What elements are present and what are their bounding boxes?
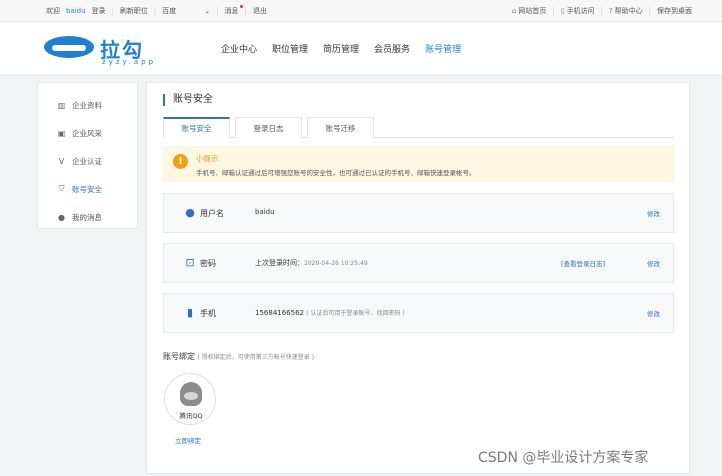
divider: |: [244, 7, 247, 15]
top-bar-right: ⌂ 网站首页 | ▯ 手机访问 | ? 帮助中心 | 保存到桌面: [512, 0, 692, 22]
tab-account-security[interactable]: 账号安全: [163, 117, 230, 138]
building-icon: ▥: [57, 100, 66, 110]
account-binding-label: 账号绑定: [163, 352, 195, 361]
last-login-label: 上次登录时间：: [255, 259, 304, 267]
refresh-jobs-link[interactable]: 刷新职位: [120, 6, 148, 16]
image-icon: ▣: [57, 128, 66, 138]
account-binding-hint: ( 授权绑定后，可使用第三方帐号快速登录 ): [197, 354, 315, 361]
username-row: ● 用户名 baidu 修改: [163, 193, 674, 233]
divider: |: [648, 7, 651, 15]
site-select[interactable]: 百度 ⌄: [162, 6, 210, 16]
view-login-log-link[interactable]: [查看登录日志]: [561, 258, 605, 268]
page-title: 账号安全: [163, 94, 213, 106]
sidebar-item-label: 企业风采: [72, 128, 102, 138]
sidebar-item-label: 账号安全: [72, 184, 102, 194]
divider: |: [600, 7, 603, 15]
shield-icon: ⛉: [58, 184, 65, 193]
home-icon: ⌂: [511, 7, 517, 15]
sidebar-item-account-security[interactable]: ⛉ 账号安全: [38, 175, 137, 203]
tab-account-migration[interactable]: 账号迁移: [307, 117, 374, 138]
phone-row: ▮ 手机 15684166562 ( 认证后可用于登录账号、找回密码 ) 修改: [163, 293, 674, 333]
help-link[interactable]: ? 帮助中心: [609, 6, 643, 16]
username-value: baidu: [255, 208, 275, 216]
sidebar-item-label: 企业资料: [72, 100, 102, 110]
last-login-info: 上次登录时间：2020-04-26 10:25:49: [255, 258, 368, 268]
top-bar: 欢迎 baidu 登录 | 刷新职位 | 百度 ⌄ | 消息 | 退出 ⌂ 网站首…: [0, 0, 722, 22]
header: 拉勾 zyzy.app 企业中心 职位管理 简历管理 会员服务 账号管理: [0, 22, 722, 74]
messages-link[interactable]: 消息: [224, 5, 243, 16]
unlock-icon: ⊡: [185, 256, 195, 269]
logo-domain: zyzy.app: [102, 58, 157, 66]
logout-link[interactable]: 退出: [253, 6, 267, 16]
qq-label: 腾讯QQ: [179, 412, 203, 420]
edit-phone-link[interactable]: 修改: [647, 308, 660, 318]
phone-note: ( 认证后可用于登录账号、找回密码 ): [306, 310, 405, 317]
phone-icon: ▯: [560, 7, 565, 15]
welcome-text: 欢迎: [46, 7, 60, 15]
save-desktop-link[interactable]: 保存到桌面: [657, 6, 692, 16]
chevron-down-icon: ⌄: [204, 7, 211, 15]
help-label: 帮助中心: [614, 7, 643, 15]
tip-title: 小提示: [196, 154, 219, 163]
top-bar-left: 欢迎 baidu 登录 | 刷新职位 | 百度 ⌄ | 消息 | 退出: [46, 0, 267, 22]
tab-bar: 账号安全 登录日志 账号迁移: [163, 117, 674, 138]
username-label: 用户名: [200, 209, 224, 218]
messages-label: 消息: [224, 7, 239, 15]
mobile-icon: ▮: [186, 306, 194, 319]
main-panel: 账号安全 账号安全 登录日志 账号迁移 ! 小提示 手机号、邮箱认证通过后可增强…: [146, 82, 690, 474]
nav-item-job-management[interactable]: 职位管理: [272, 42, 308, 55]
watermark: CSDN @毕业设计方案专家: [478, 450, 649, 466]
login-link[interactable]: 登录: [92, 6, 106, 16]
bind-now-link[interactable]: 立即绑定: [175, 435, 201, 445]
username-link[interactable]: baidu: [66, 7, 86, 15]
edit-username-link[interactable]: 修改: [647, 208, 660, 218]
verify-icon: V: [58, 156, 65, 166]
warning-icon: !: [173, 154, 188, 169]
site-select-value: 百度: [162, 7, 177, 15]
edit-password-link[interactable]: 修改: [647, 258, 660, 268]
divider: |: [552, 7, 555, 15]
divider: |: [216, 7, 219, 15]
nav-item-resume-management[interactable]: 简历管理: [323, 42, 359, 55]
nav-item-account-management[interactable]: 账号管理: [425, 42, 461, 55]
tip-box: ! 小提示 手机号、邮箱认证通过后可增强您账号的安全性，也可通过已认证的手机号、…: [163, 146, 674, 182]
last-login-time: 2020-04-26 10:25:49: [304, 260, 368, 267]
sidebar-item-label: 我的消息: [72, 212, 102, 222]
chat-icon: ●: [58, 212, 65, 222]
phone-label: 手机: [200, 309, 216, 318]
tip-text: 手机号、邮箱认证通过后可增强您账号的安全性，也可通过已认证的手机号、邮箱快速登录…: [196, 169, 476, 177]
help-icon: ?: [608, 7, 613, 15]
phone-info: 15684166562 ( 认证后可用于登录账号、找回密码 ): [255, 308, 405, 317]
user-icon: ●: [185, 206, 195, 219]
nav-item-member-service[interactable]: 会员服务: [374, 42, 410, 55]
sidebar-item-company-profile[interactable]: ▥ 企业资料: [38, 91, 137, 119]
unread-dot: [239, 5, 243, 8]
account-binding-title: 账号绑定 ( 授权绑定后，可使用第三方帐号快速登录 ): [163, 351, 314, 362]
site-home-link[interactable]: ⌂ 网站首页: [512, 6, 546, 16]
phone-value: 15684166562: [255, 309, 304, 317]
logo-mark-icon: [44, 36, 94, 58]
sidebar-item-company-style[interactable]: ▣ 企业风采: [38, 119, 137, 147]
logo[interactable]: 拉勾 zyzy.app: [44, 34, 164, 66]
tab-login-log[interactable]: 登录日志: [235, 117, 302, 138]
mobile-link[interactable]: ▯ 手机访问: [561, 6, 595, 16]
divider: |: [111, 7, 114, 15]
sidebar-item-my-messages[interactable]: ● 我的消息: [38, 203, 137, 231]
nav-item-company-center[interactable]: 企业中心: [221, 42, 257, 55]
mobile-label: 手机访问: [566, 7, 595, 15]
password-row: ⊡ 密码 上次登录时间：2020-04-26 10:25:49 [查看登录日志]…: [163, 243, 674, 283]
password-label: 密码: [200, 259, 216, 268]
qq-penguin-icon: [180, 382, 202, 406]
main-nav: 企业中心 职位管理 简历管理 会员服务 账号管理: [221, 22, 461, 74]
sidebar-item-label: 企业认证: [72, 156, 102, 166]
site-home-label: 网站首页: [518, 7, 547, 15]
sidebar-item-company-verify[interactable]: V 企业认证: [38, 147, 137, 175]
divider: |: [153, 7, 157, 15]
sidebar: ▥ 企业资料 ▣ 企业风采 V 企业认证 ⛉ 账号安全 ● 我的消息: [37, 82, 138, 229]
qq-binding-card[interactable]: 腾讯QQ: [164, 373, 216, 425]
